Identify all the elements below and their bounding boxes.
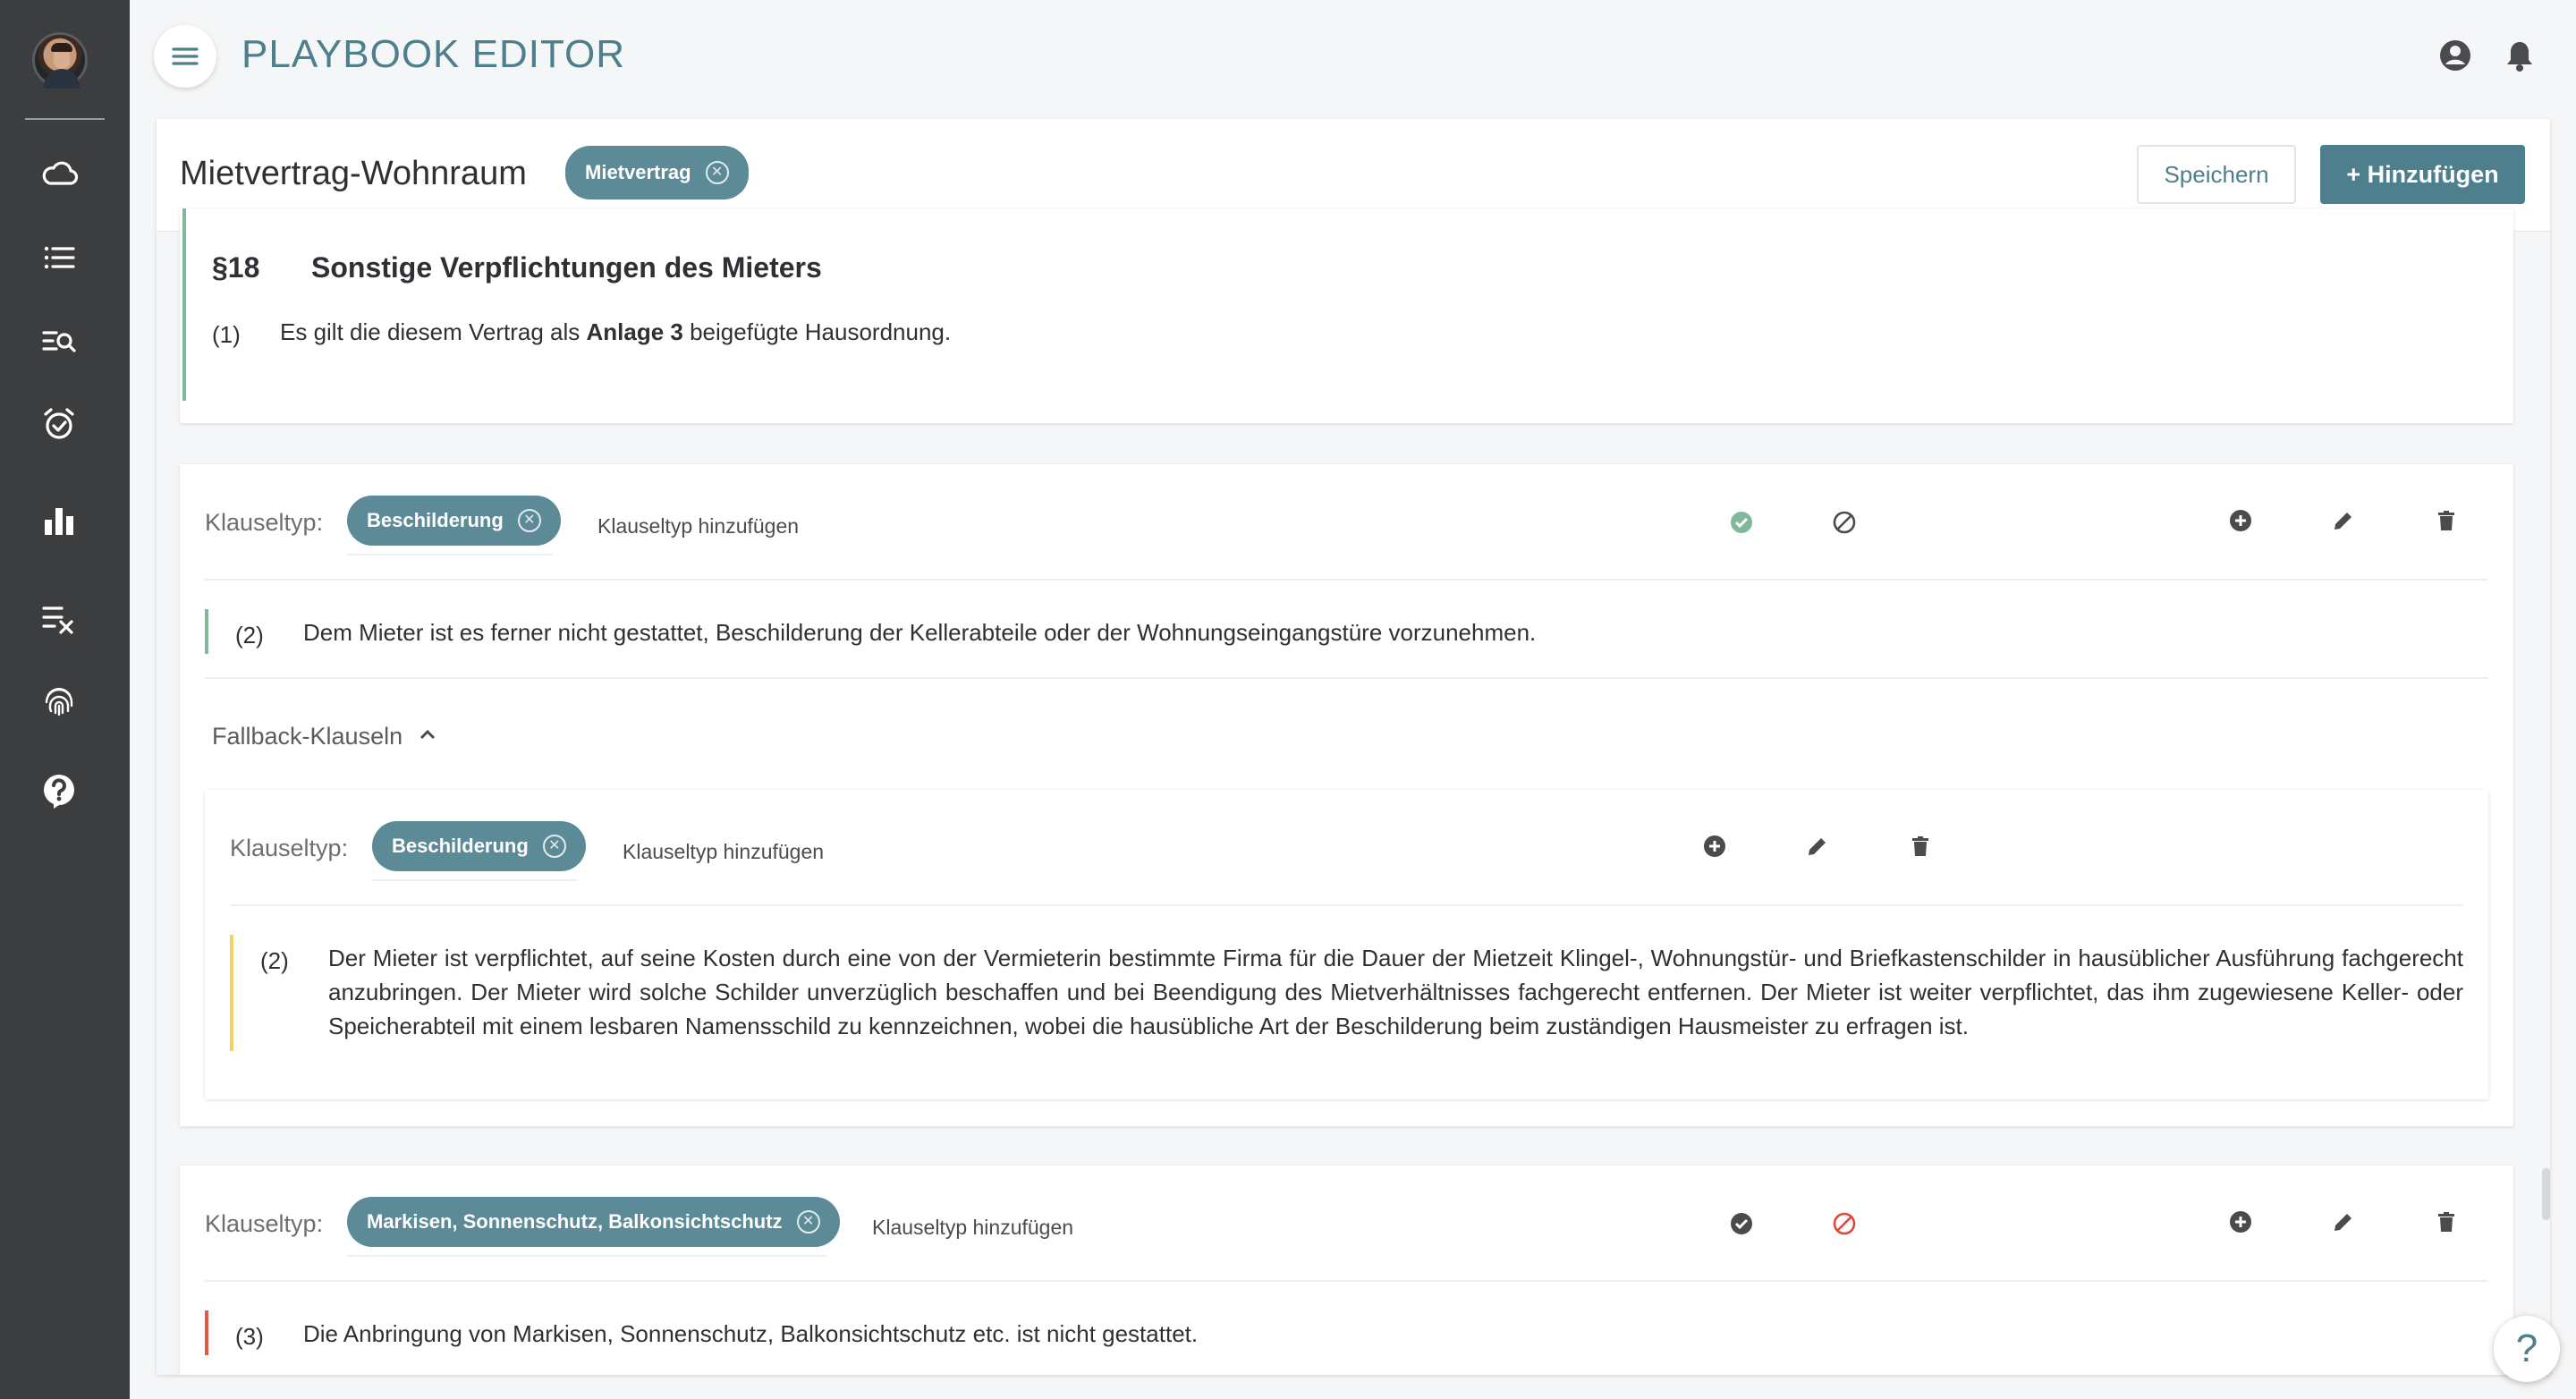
reject-icon[interactable] — [1831, 509, 1858, 536]
menu-button[interactable] — [154, 25, 216, 88]
add-clause-type-link[interactable]: Klauseltyp hinzufügen — [623, 840, 824, 864]
save-button[interactable]: Speichern — [2137, 145, 2296, 204]
clause-type-label: Klauseltyp: — [230, 835, 349, 861]
approve-icon[interactable] — [1728, 509, 1755, 536]
paragraph-number: (3) — [235, 1323, 264, 1350]
clause-type-chip: Markisen, Sonnenschutz, Balkonsichtschut… — [347, 1197, 840, 1247]
document-title: Mietvertrag-Wohnraum — [180, 155, 527, 192]
section-number: §18 — [212, 251, 260, 284]
fingerprint-icon[interactable] — [36, 677, 82, 724]
clause-type-label: Klauseltyp: — [205, 509, 324, 536]
clause-accent — [205, 609, 208, 654]
bell-icon[interactable] — [2502, 38, 2538, 73]
clause-type-label: Klauseltyp: — [205, 1210, 324, 1237]
section-accent — [182, 208, 186, 401]
section-title: Sonstige Verpflichtungen des Mieters — [311, 251, 822, 284]
account-icon[interactable] — [2437, 38, 2473, 73]
clause-type-chip: Beschilderung ✕ — [372, 821, 586, 871]
add-circle-icon[interactable] — [1701, 833, 1728, 860]
alarm-check-icon[interactable] — [36, 401, 82, 447]
clause-type-chip-label: Beschilderung — [392, 835, 529, 857]
edit-icon[interactable] — [2330, 507, 2357, 534]
chip-underline — [372, 879, 578, 881]
paragraph-number: (1) — [212, 321, 241, 348]
clause-divider — [230, 904, 2463, 906]
add-clause-type-link[interactable]: Klauseltyp hinzufügen — [872, 1216, 1073, 1240]
remove-tag-icon[interactable]: ✕ — [705, 161, 729, 184]
document-tag-chip: Mietvertrag ✕ — [565, 146, 749, 199]
app-title: PLAYBOOK EDITOR — [242, 32, 626, 76]
clause-type-chip-label: Markisen, Sonnenschutz, Balkonsichtschut… — [367, 1210, 783, 1233]
help-circle-icon[interactable] — [36, 767, 82, 813]
paragraph-number: (2) — [260, 947, 289, 974]
sidebar-divider — [25, 118, 105, 120]
paragraph-text: Die Anbringung von Markisen, Sonnenschut… — [303, 1320, 1199, 1347]
delete-icon[interactable] — [2433, 1208, 2460, 1235]
remove-chip-icon[interactable]: ✕ — [517, 509, 541, 532]
remove-chip-icon[interactable]: ✕ — [542, 835, 566, 858]
edit-icon[interactable] — [1804, 833, 1831, 860]
bar-chart-icon[interactable] — [36, 498, 82, 545]
add-button[interactable]: + Hinzufügen — [2320, 145, 2525, 204]
document-tag-label: Mietvertrag — [585, 161, 691, 183]
delete-icon[interactable] — [1907, 833, 1934, 860]
chevron-up-icon — [417, 724, 438, 751]
reject-icon[interactable] — [1831, 1210, 1858, 1237]
delete-icon[interactable] — [2433, 507, 2460, 534]
paragraph-text: Es gilt die diesem Vertrag als Anlage 3 … — [280, 318, 952, 345]
fallback-accent — [230, 935, 233, 1051]
paragraph-number: (2) — [235, 622, 264, 649]
clause-divider — [205, 1280, 2488, 1282]
help-button[interactable]: ? — [2494, 1316, 2560, 1382]
fallback-label: Fallback-Klauseln — [212, 723, 403, 750]
paragraph-text: Der Mieter ist verpflichtet, auf seine K… — [328, 945, 2463, 1039]
clause-divider — [205, 677, 2488, 679]
clause-accent — [205, 1310, 208, 1355]
sidebar — [0, 0, 130, 1399]
hamburger-icon — [172, 47, 199, 65]
add-clause-type-link[interactable]: Klauseltyp hinzufügen — [597, 514, 799, 538]
list-search-icon[interactable] — [36, 318, 82, 364]
clause-type-chip-label: Beschilderung — [367, 509, 504, 531]
chip-underline — [347, 554, 553, 555]
approve-icon[interactable] — [1728, 1210, 1755, 1237]
clause-type-chip: Beschilderung ✕ — [347, 496, 561, 546]
paragraph-text: Dem Mieter ist es ferner nicht gestattet… — [303, 619, 1537, 646]
avatar[interactable] — [32, 32, 88, 89]
list-check-icon[interactable] — [36, 594, 82, 640]
editor-panel: Mietvertrag-Wohnraum Mietvertrag ✕ Speic… — [157, 119, 2550, 1375]
scrollbar[interactable] — [2542, 1168, 2550, 1220]
chip-underline — [347, 1255, 826, 1257]
cloud-icon[interactable] — [36, 150, 82, 197]
clause-card: Klauseltyp: Markisen, Sonnenschutz, Balk… — [180, 1166, 2513, 1375]
clause-divider — [205, 579, 2488, 581]
fallback-toggle[interactable]: Fallback-Klauseln — [212, 723, 438, 751]
edit-icon[interactable] — [2330, 1208, 2357, 1235]
section-card: §18 Sonstige Verpflichtungen des Mieters… — [180, 208, 2513, 423]
remove-chip-icon[interactable]: ✕ — [796, 1210, 820, 1234]
add-circle-icon[interactable] — [2227, 1208, 2254, 1235]
fallback-clause-card: Klauseltyp: Beschilderung ✕ Klauseltyp h… — [205, 790, 2488, 1099]
clause-card: Klauseltyp: Beschilderung ✕ Klauseltyp h… — [180, 464, 2513, 1126]
add-circle-icon[interactable] — [2227, 507, 2254, 534]
list-icon[interactable] — [36, 234, 82, 281]
